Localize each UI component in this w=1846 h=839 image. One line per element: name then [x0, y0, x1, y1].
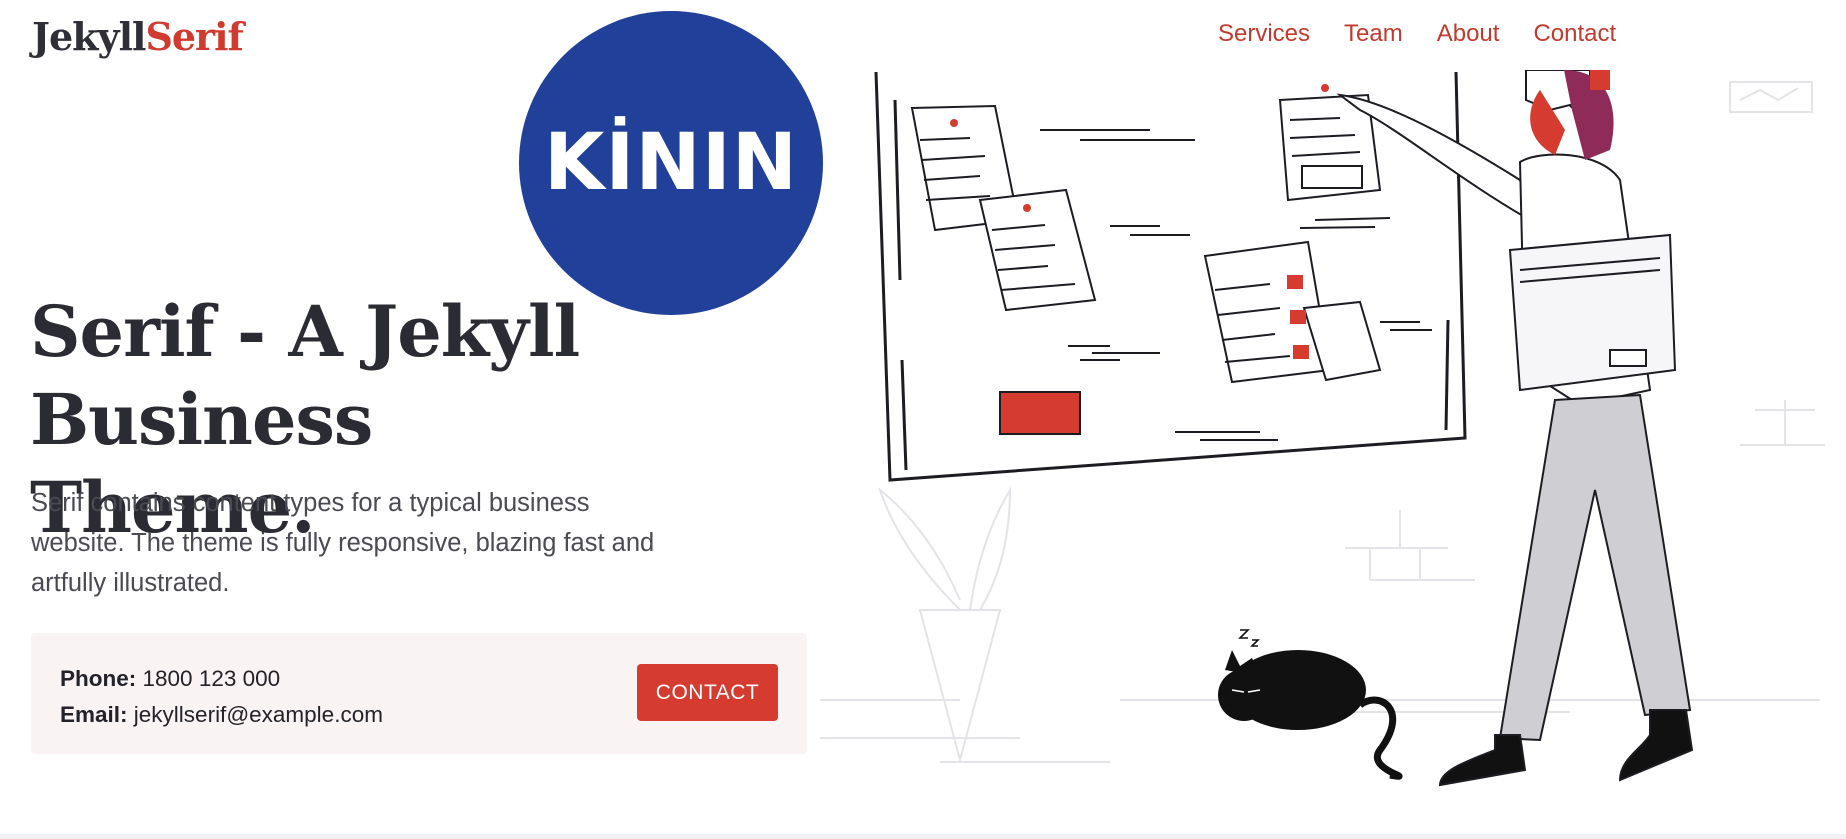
nav-link-team[interactable]: Team: [1344, 20, 1403, 48]
overlay-badge-text: KİNIN: [543, 118, 799, 208]
section-divider: [0, 834, 1846, 839]
overlay-badge: KİNIN: [519, 11, 823, 315]
phone-label: Phone:: [60, 666, 137, 691]
logo-part-jekyll: Jekyll: [32, 14, 146, 59]
hero-description: Serif contains content types for a typic…: [31, 489, 655, 597]
phone-value[interactable]: 1800 123 000: [143, 666, 281, 691]
hero-title-line1: Serif - A Jekyll: [30, 290, 580, 373]
main-nav: Services Team About Contact: [1218, 20, 1616, 48]
logo-part-serif: Serif: [145, 14, 243, 59]
email-value[interactable]: jekyllserif@example.com: [134, 702, 383, 727]
phone-line: Phone: 1800 123 000: [60, 661, 383, 697]
nav-link-contact[interactable]: Contact: [1533, 20, 1616, 48]
contact-box: Phone: 1800 123 000 Email: jekyllserif@e…: [31, 633, 807, 754]
email-label: Email:: [60, 702, 128, 727]
nav-link-services[interactable]: Services: [1218, 20, 1310, 48]
nav-link-about[interactable]: About: [1437, 20, 1500, 48]
hero-illustration: [820, 70, 1825, 787]
email-line: Email: jekyllserif@example.com: [60, 697, 383, 733]
contact-details: Phone: 1800 123 000 Email: jekyllserif@e…: [60, 661, 383, 733]
contact-button[interactable]: CONTACT: [637, 664, 778, 721]
site-logo[interactable]: JekyllSerif: [32, 14, 244, 59]
